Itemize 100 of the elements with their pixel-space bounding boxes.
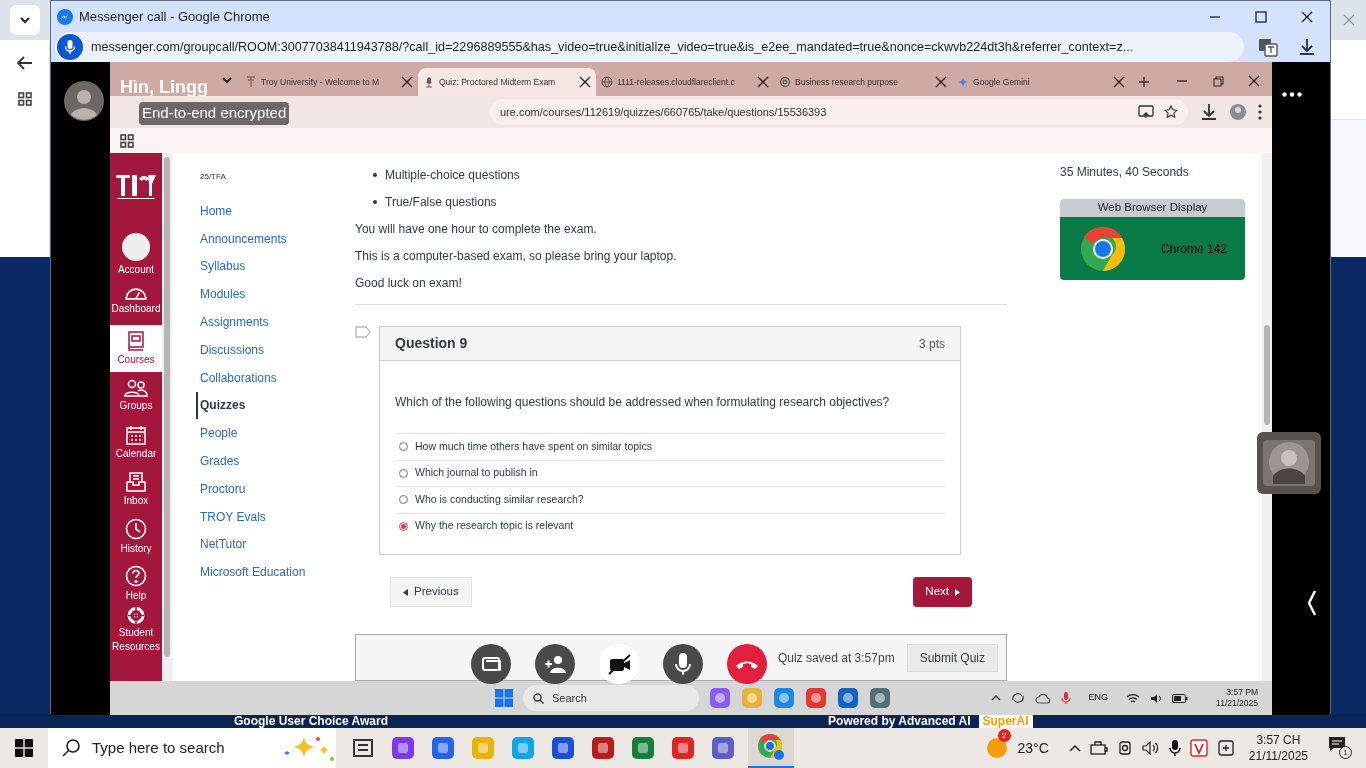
tab-list-button[interactable] [10,5,40,35]
taskbar-app-button[interactable] [748,728,794,768]
chevron-up-icon[interactable] [1068,744,1081,752]
wifi-icon[interactable] [1126,692,1141,704]
window-title: Messenger call - Google Chrome [79,7,270,26]
nav-item[interactable]: Inbox [110,466,162,513]
menu-icon[interactable] [1258,104,1262,120]
scrollbar-thumb[interactable] [1264,325,1270,425]
scrollbar-thumb[interactable] [164,157,170,657]
submit-quiz-button[interactable]: Submit Quiz [906,643,998,672]
battery-icon[interactable] [1172,693,1189,703]
tab-close-icon[interactable] [757,76,769,88]
answer-label: Which journal to publish in [415,465,538,481]
nav-item[interactable]: Groups [110,372,162,419]
microphone-icon[interactable] [57,34,83,60]
course-nav-link[interactable]: Microsoft Education [196,558,355,587]
chrome-logo-icon [1080,225,1126,272]
app-icon[interactable] [710,735,736,761]
nav-item[interactable]: Courses [110,325,162,372]
course-nav-link[interactable]: Announcements [196,224,355,253]
app-icon[interactable] [550,735,576,761]
clock-icon [125,517,147,540]
course-nav-link[interactable]: TROY Evals [196,502,355,531]
list-item-text: True/False questions [385,193,497,211]
tab-close-icon[interactable] [579,76,591,88]
apps-icon[interactable] [17,92,32,106]
app-icon[interactable] [1216,739,1235,757]
course-nav-link[interactable]: Quizzes [196,391,355,420]
browser-icon [757,733,785,761]
address-bar[interactable]: messenger.com/groupcall/ROOM:30077038411943788/?call_id=2296889555&has_video=true&initialize_video=true&is_e2ee_mandated=true&nonce=ckwvb224dt3h&referrer_context=z... [55,32,1244,62]
notification-center-button[interactable]: 1 [1328,736,1352,760]
apps-icon[interactable] [120,133,134,148]
messenger-icon [57,8,73,25]
nav-item[interactable]: History [110,513,162,560]
notification-badge: 1 [1339,746,1352,759]
course-nav-link[interactable]: Assignments [196,308,355,336]
course-nav-link[interactable]: Modules [196,280,355,309]
camera-icon[interactable] [1116,740,1133,756]
course-nav-link[interactable]: Syllabus [196,252,355,281]
nav-item[interactable]: Student Resources [110,607,162,654]
cloud-icon[interactable] [1034,692,1051,704]
course-nav-link[interactable]: People [196,419,355,448]
notification-badge: 2 [997,729,1011,742]
profile-avatar-icon[interactable] [1230,104,1246,120]
start-icon[interactable] [495,689,513,707]
clock[interactable]: 3:57 CH 21/11/2025 [1248,732,1308,764]
course-nav-link[interactable]: NetTutor [196,530,355,559]
next-button[interactable]: Next [913,577,972,607]
speaker-icon[interactable] [1141,741,1160,755]
clock[interactable]: 3:57 PM 11/21/2025 [1216,687,1258,709]
search-icon [62,739,80,757]
tab-favicon-icon [601,76,613,88]
install-icon[interactable] [1138,105,1154,119]
previous-button[interactable]: Previous [390,577,472,607]
tab-close-icon[interactable] [1113,76,1125,88]
download-icon[interactable] [1298,38,1316,56]
nav-item[interactable]: Dashboard [110,278,162,325]
chevron-up-icon[interactable] [990,695,1001,701]
browser-version: Chrome 142 [1160,240,1227,258]
nav-item[interactable]: Account [110,231,162,278]
browser-tab[interactable]: 1111-releases.cloudflareclient.c [596,68,774,96]
tab-close-icon[interactable] [935,76,947,88]
bookmark-star-icon[interactable] [1164,105,1178,119]
nav-item[interactable]: Help [110,560,162,607]
app-icon[interactable] [590,735,616,761]
browser-tab[interactable]: Troy University - Welcome to M [240,68,418,96]
nav-item[interactable]: Calendar [110,419,162,466]
address-bar[interactable]: ure.com/courses/112619/quizzes/660765/take/questions/15536393 [490,99,1188,125]
battery-icon[interactable] [1089,741,1108,755]
speaker-icon[interactable] [1150,692,1163,704]
caret-right-icon [955,588,960,596]
browser-tab[interactable]: Google Gemini [952,68,1130,96]
browser-tab[interactable]: Quiz: Proctored Midterm Exam [418,68,596,96]
collapse-chevron-icon[interactable] [1307,590,1317,616]
question-title: Question 9 [395,334,468,353]
new-tab-icon[interactable] [1138,76,1150,88]
microphone-icon[interactable] [1168,739,1181,757]
tab-close-icon[interactable] [401,76,413,88]
browser-tab[interactable]: Business research purpose [774,68,952,96]
list-item-text: Multiple-choice questions [385,166,520,184]
back-arrow-icon[interactable] [16,56,33,70]
search-field[interactable]: Search [523,685,699,711]
close-icon[interactable] [1248,75,1260,87]
course-nav-link[interactable]: Collaborations [196,363,355,392]
download-icon[interactable] [1200,103,1218,121]
translate-icon[interactable] [1258,37,1278,57]
tab-favicon-icon [779,76,791,88]
course-nav-link[interactable]: Proctoru [196,474,355,503]
app-icon[interactable] [390,735,416,761]
people-icon [124,378,148,397]
search-field[interactable]: Type here to search [48,728,336,768]
card-heading: Web Browser Display [1060,199,1245,217]
answer-label: Who is conducting similar research? [415,491,584,507]
restore-icon[interactable] [1212,75,1224,87]
course-nav-link[interactable]: Home [196,197,355,225]
tab-favicon-icon [245,76,257,88]
language-indicator[interactable]: ENG [1080,691,1117,705]
course-nav-link[interactable]: Grades [196,447,355,475]
sync-icon[interactable] [1010,691,1025,705]
course-nav-link[interactable]: Discussions [196,336,355,364]
